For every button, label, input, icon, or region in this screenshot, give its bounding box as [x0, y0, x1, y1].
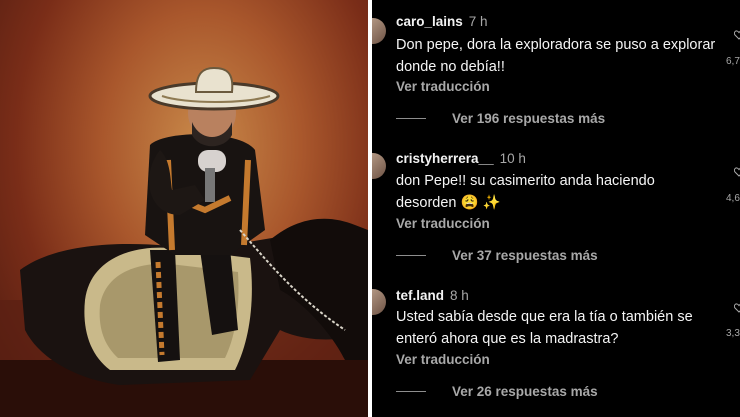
- comment-username[interactable]: caro_lains 7 h: [396, 14, 488, 29]
- heart-icon[interactable]: [734, 167, 740, 177]
- translate-link[interactable]: Ver traducción: [396, 216, 490, 231]
- avatar[interactable]: [372, 153, 386, 179]
- view-replies-link[interactable]: Ver 26 respuestas más: [396, 384, 598, 399]
- translate-link[interactable]: Ver traducción: [396, 352, 490, 367]
- username-text[interactable]: cristyherrera__: [396, 151, 494, 166]
- view-replies-link[interactable]: Ver 37 respuestas más: [396, 248, 598, 263]
- view-replies-label[interactable]: Ver 37 respuestas más: [452, 248, 598, 263]
- heart-icon[interactable]: [734, 30, 740, 40]
- comment-time: 7 h: [468, 14, 488, 29]
- performer-photo: [0, 0, 368, 417]
- username-text[interactable]: caro_lains: [396, 14, 463, 29]
- avatar[interactable]: [372, 289, 386, 315]
- comments-panel[interactable]: caro_lains 7 h Don pepe, dora la explorad…: [372, 0, 740, 417]
- like-count: 4,6: [726, 193, 740, 204]
- like-count: 6,7: [726, 56, 740, 67]
- comment-time: 10 h: [499, 151, 526, 166]
- comment-time: 8 h: [450, 288, 469, 303]
- replies-line: [396, 118, 426, 119]
- comment-username[interactable]: cristyherrera__ 10 h: [396, 151, 526, 166]
- charro-on-horse-illustration: [0, 66, 368, 417]
- replies-line: [396, 391, 426, 392]
- comment-text: don Pepe!! su casimerito anda haciendo d…: [396, 173, 655, 211]
- view-replies-label[interactable]: Ver 196 respuestas más: [452, 111, 605, 126]
- avatar[interactable]: [372, 18, 386, 44]
- heart-icon[interactable]: [734, 303, 740, 313]
- comment-username[interactable]: tef.land 8 h: [396, 288, 469, 303]
- comment-text: Don pepe, dora la exploradora se puso a …: [396, 37, 716, 75]
- like-count: 3,3: [726, 328, 740, 339]
- view-replies-label[interactable]: Ver 26 respuestas más: [452, 384, 598, 399]
- translate-link[interactable]: Ver traducción: [396, 79, 490, 94]
- comment-text: Usted sabía desde que era la tía o tambi…: [396, 309, 693, 347]
- view-replies-link[interactable]: Ver 196 respuestas más: [396, 111, 605, 126]
- username-text[interactable]: tef.land: [396, 288, 444, 303]
- replies-line: [396, 255, 426, 256]
